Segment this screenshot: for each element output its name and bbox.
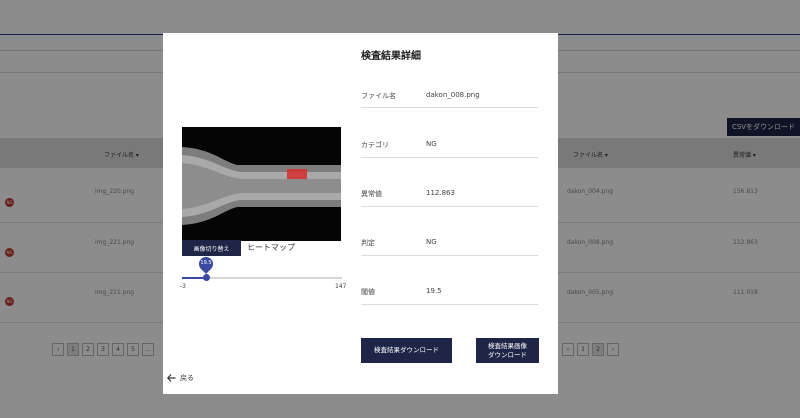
modal-title: 検査結果詳細 [361,51,421,62]
field-label-category: カテゴリ [361,141,389,149]
field-value-category: NG [426,140,437,148]
field-value-anomaly: 112.863 [426,189,455,197]
field-value-filename: dakon_008.png [426,91,480,99]
inspection-image [182,127,341,241]
back-link[interactable]: 戻る [167,373,194,383]
slider-max-label: 147 [335,283,347,290]
back-label: 戻る [180,374,194,382]
defect-marker [287,169,307,179]
arrow-left-icon [167,374,176,382]
field-label-anomaly: 異常値 [361,190,382,198]
field-label-judgement: 判定 [361,239,375,247]
field-value-threshold: 19.5 [426,287,442,295]
field-value-judgement: NG [426,238,437,246]
field-divider [361,255,538,256]
threshold-slider-thumb[interactable] [202,274,210,281]
slider-min-label: -3 [180,283,186,290]
field-divider [361,206,538,207]
download-result-image-button[interactable]: 検査結果画像 ダウンロード [476,338,539,363]
image-toggle-button[interactable]: 画像切り替え [182,240,241,256]
result-detail-modal: 検査結果詳細 画像切り替え ヒートマップ 19.5 -3 147 ファイル名 d… [163,33,558,394]
download-result-button[interactable]: 検査結果ダウンロード [361,338,452,363]
field-divider [361,157,538,158]
download-image-label-line1: 検査結果画像 [488,341,527,350]
field-divider [361,304,538,305]
heatmap-label: ヒートマップ [247,243,295,252]
field-label-threshold: 閾値 [361,288,375,296]
slider-value-label: 19.5 [200,260,212,266]
download-image-label-line2: ダウンロード [488,350,527,359]
field-label-filename: ファイル名 [361,92,396,100]
field-divider [361,107,538,108]
inspection-image-graphic [182,127,341,241]
